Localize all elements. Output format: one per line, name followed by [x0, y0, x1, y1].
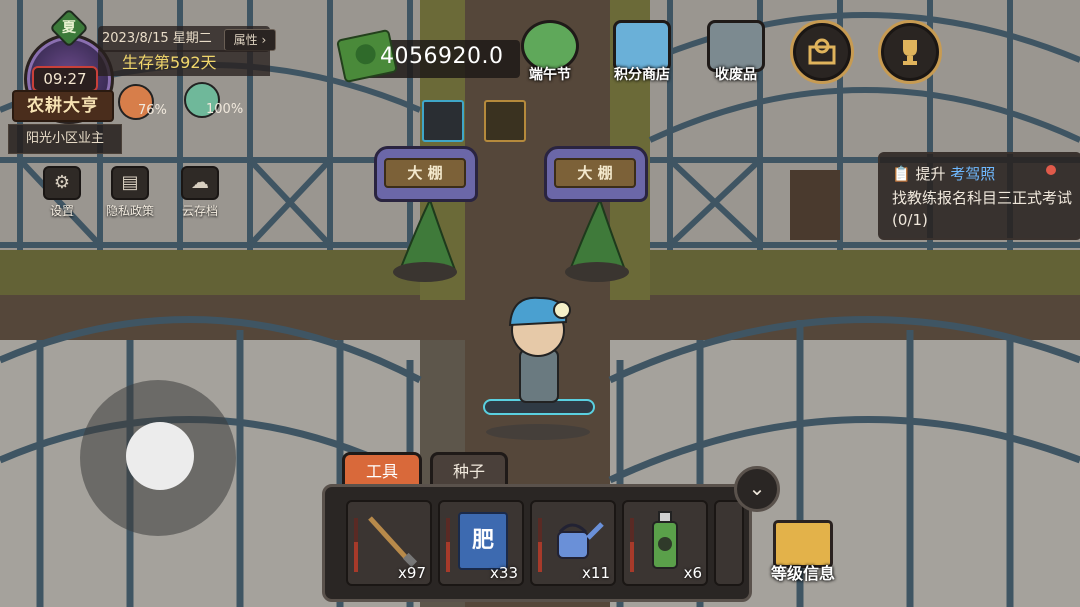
greenhouse-sign-right[interactable]: 大 棚	[544, 146, 648, 206]
toolbar-collapse-button[interactable]: ⌄	[734, 466, 780, 512]
clock-time: 09:27	[32, 66, 98, 92]
achievements-button[interactable]	[878, 20, 942, 84]
running-speed-icon[interactable]	[422, 100, 464, 142]
cloud-save-button[interactable]: ☁ 云存档	[170, 166, 230, 218]
points-shop-button[interactable]: 积分商店	[606, 20, 678, 84]
money-amount: 4056920.0	[380, 44, 504, 69]
privacy-policy-button[interactable]: ▤ 隐私政策	[100, 166, 160, 218]
health-percent: 100%	[206, 102, 244, 117]
hoe-icon	[368, 516, 418, 568]
settings-button[interactable]: ⚙ 设置	[32, 166, 92, 218]
greenhouse-sign-left[interactable]: 大 棚	[374, 146, 478, 206]
map-pin-icon	[808, 38, 836, 65]
clipboard-icon: 📋	[892, 165, 911, 183]
quest-title: 📋 提升 考驾照	[892, 165, 996, 183]
inventory-slot-watering-can[interactable]: x11	[530, 500, 616, 586]
cloud-icon: ☁	[181, 166, 219, 200]
map-button[interactable]	[790, 20, 854, 84]
gear-icon: ⚙	[43, 166, 81, 200]
inventory-slot-partial[interactable]	[714, 500, 744, 586]
scrap-collect-button[interactable]: 收废品	[700, 20, 772, 84]
location-label: 阳光小区业主	[8, 124, 122, 154]
trophy-icon	[903, 40, 917, 65]
coin-stack-icon[interactable]	[484, 100, 526, 142]
survival-days: 生存第592天	[98, 50, 270, 76]
pesticide-bottle-icon	[652, 511, 678, 569]
attributes-button[interactable]: 属性 ›	[224, 29, 276, 51]
inventory-slot-hoe[interactable]: x97	[346, 500, 432, 586]
fertilizer-bag-icon: 肥	[458, 512, 508, 570]
watering-can-icon	[557, 522, 604, 559]
inventory-slot-fertilizer[interactable]: 肥 x33	[438, 500, 524, 586]
chevron-down-icon: ⌄	[748, 476, 766, 500]
quest-description: 找教练报名科目三正式考试(0/1)	[892, 189, 1073, 229]
inventory-slot-pesticide[interactable]: x6	[622, 500, 708, 586]
food-percent: 76%	[138, 103, 167, 118]
game-title-plate: 农耕大亨	[12, 90, 114, 122]
level-info-button[interactable]: 等级信息	[762, 520, 844, 590]
location-pin-icon	[1046, 165, 1056, 175]
virtual-joystick-knob[interactable]	[126, 422, 194, 490]
dragon-boat-festival-button[interactable]: 端午节	[514, 20, 586, 84]
document-icon: ▤	[111, 166, 149, 200]
